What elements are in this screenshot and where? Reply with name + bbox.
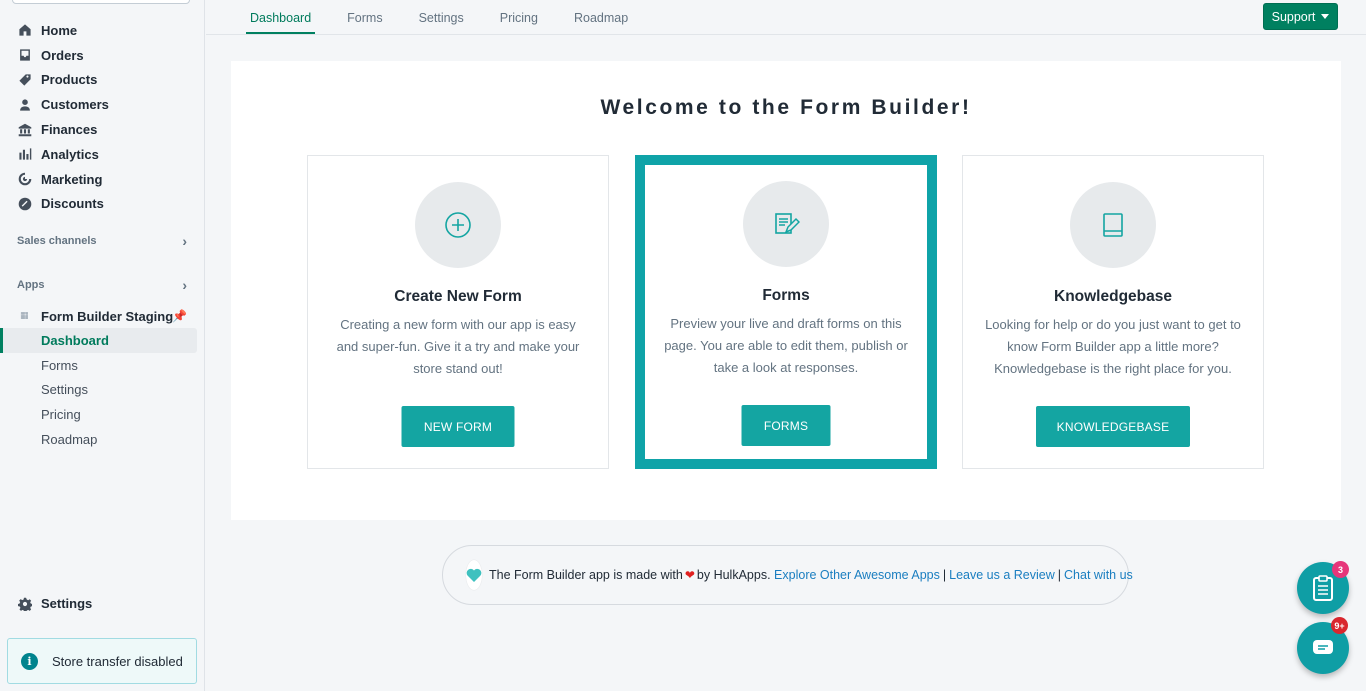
app-top-nav: Dashboard Forms Settings Pricing Roadmap… [206,0,1366,35]
sidebar-item-finances[interactable]: Finances [0,117,205,142]
main-nav: Home Orders Products Customers Finances … [0,18,205,216]
sidebar-item-label: Orders [41,47,84,63]
sidebar-subitem-settings[interactable]: Settings [0,378,205,403]
sidebar-item-label: Finances [41,122,98,138]
leave-review-link[interactable]: Leave us a Review [949,568,1055,582]
chat-with-us-link[interactable]: Chat with us [1064,568,1133,582]
book-icon [1070,182,1156,268]
sales-channels-header[interactable]: Sales channels › [0,231,205,251]
sidebar-item-products[interactable]: Products [0,68,205,93]
sidebar-item-home[interactable]: Home [0,18,205,43]
chevron-right-icon: › [182,233,187,249]
bar-chart-icon [18,147,32,161]
footer-by: by HulkApps. [696,568,771,582]
welcome-card: Welcome to the Form Builder! Create New … [231,61,1341,520]
forms-button[interactable]: FORMS [741,405,831,446]
sales-channels-label: Sales channels [17,235,97,247]
tab-roadmap[interactable]: Roadmap [570,0,632,35]
card-description: Creating a new form with our app is easy… [336,317,580,376]
sidebar-subitem-forms[interactable]: Forms [0,353,205,378]
notification-badge: 9+ [1331,617,1348,634]
person-icon [18,98,32,112]
heart-icon: ❤ [684,568,695,582]
info-icon: i [21,652,38,670]
sidebar-item-label: Customers [41,97,109,113]
sidebar-subitem-pricing[interactable]: Pricing [0,402,205,427]
apps-label: Apps [17,279,45,291]
made-with-love-footer: The Form Builder app is made with ❤ by H… [442,545,1133,605]
support-label: Support [1271,9,1316,24]
sidebar-subitem-roadmap[interactable]: Roadmap [0,427,205,452]
tab-pricing[interactable]: Pricing [496,0,542,35]
sidebar-item-label: Discounts [41,196,104,212]
app-form-builder-staging[interactable]: ▦ Form Builder Staging 📌 [0,305,205,327]
explore-apps-link[interactable]: Explore Other Awesome Apps [774,568,940,582]
card-title: Create New Form [394,288,522,305]
edit-document-icon [743,181,829,267]
tab-list: Dashboard Forms Settings Pricing Roadmap [246,0,660,35]
tab-forms[interactable]: Forms [343,0,386,35]
card-description: Looking for help or do you just want to … [985,317,1241,376]
home-icon [18,23,32,37]
store-transfer-text: Store transfer disabled [52,653,183,669]
chat-icon [1313,640,1333,654]
store-transfer-banner: i Store transfer disabled [7,638,197,684]
store-selector[interactable] [12,0,190,4]
chevron-right-icon: › [182,277,187,293]
chat-widget-button[interactable]: 9+ [1297,617,1349,674]
footer-prefix: The Form Builder app is made with [489,568,683,582]
app-sub-nav: Dashboard Forms Settings Pricing Roadmap [0,328,205,452]
sidebar: Home Orders Products Customers Finances … [0,0,205,691]
tag-icon [18,73,32,87]
orders-icon [18,48,32,62]
sidebar-item-discounts[interactable]: Discounts [0,192,205,217]
sidebar-item-label: Analytics [41,146,99,162]
sidebar-item-label: Home [41,22,78,38]
sidebar-subitem-dashboard[interactable]: Dashboard [0,328,197,353]
sidebar-item-analytics[interactable]: Analytics [0,142,205,167]
knowledgebase-button[interactable]: KNOWLEDGEBASE [1036,406,1190,447]
tab-dashboard[interactable]: Dashboard [246,0,316,35]
heart-logo-icon [466,560,482,590]
notification-badge: 3 [1332,561,1349,578]
sidebar-item-settings[interactable]: Settings [18,596,92,611]
app-name: Form Builder Staging [41,308,174,324]
tab-settings[interactable]: Settings [415,0,468,35]
card-description: Preview your live and draft forms on thi… [664,316,908,375]
knowledgebase-card: Knowledgebase Looking for help or do you… [962,155,1264,469]
settings-label: Settings [41,596,93,611]
app-icon: ▦ [20,310,29,320]
support-dropdown-button[interactable]: Support [1263,3,1338,30]
new-form-button[interactable]: NEW FORM [401,406,515,447]
pin-icon[interactable]: 📌 [172,309,187,323]
target-icon [18,172,32,186]
forms-card: Forms Preview your live and draft forms … [635,155,937,469]
card-title: Forms [762,287,810,304]
sidebar-item-marketing[interactable]: Marketing [0,167,205,192]
apps-header[interactable]: Apps › [0,275,205,295]
card-title: Knowledgebase [1054,288,1172,305]
clipboard-widget-button[interactable]: 3 [1297,561,1349,614]
gear-icon [18,597,32,611]
separator: | [942,568,947,582]
create-form-card: Create New Form Creating a new form with… [307,155,609,469]
sidebar-item-orders[interactable]: Orders [0,43,205,68]
bank-icon [18,123,32,137]
caret-down-icon [1321,14,1330,19]
plus-circle-icon [415,182,501,268]
page-title: Welcome to the Form Builder! [600,96,972,119]
clipboard-icon [1313,575,1333,601]
discount-icon [18,197,32,211]
separator: | [1057,568,1062,582]
sidebar-item-label: Marketing [41,171,103,187]
sidebar-item-label: Products [41,72,98,88]
sidebar-item-customers[interactable]: Customers [0,92,205,117]
